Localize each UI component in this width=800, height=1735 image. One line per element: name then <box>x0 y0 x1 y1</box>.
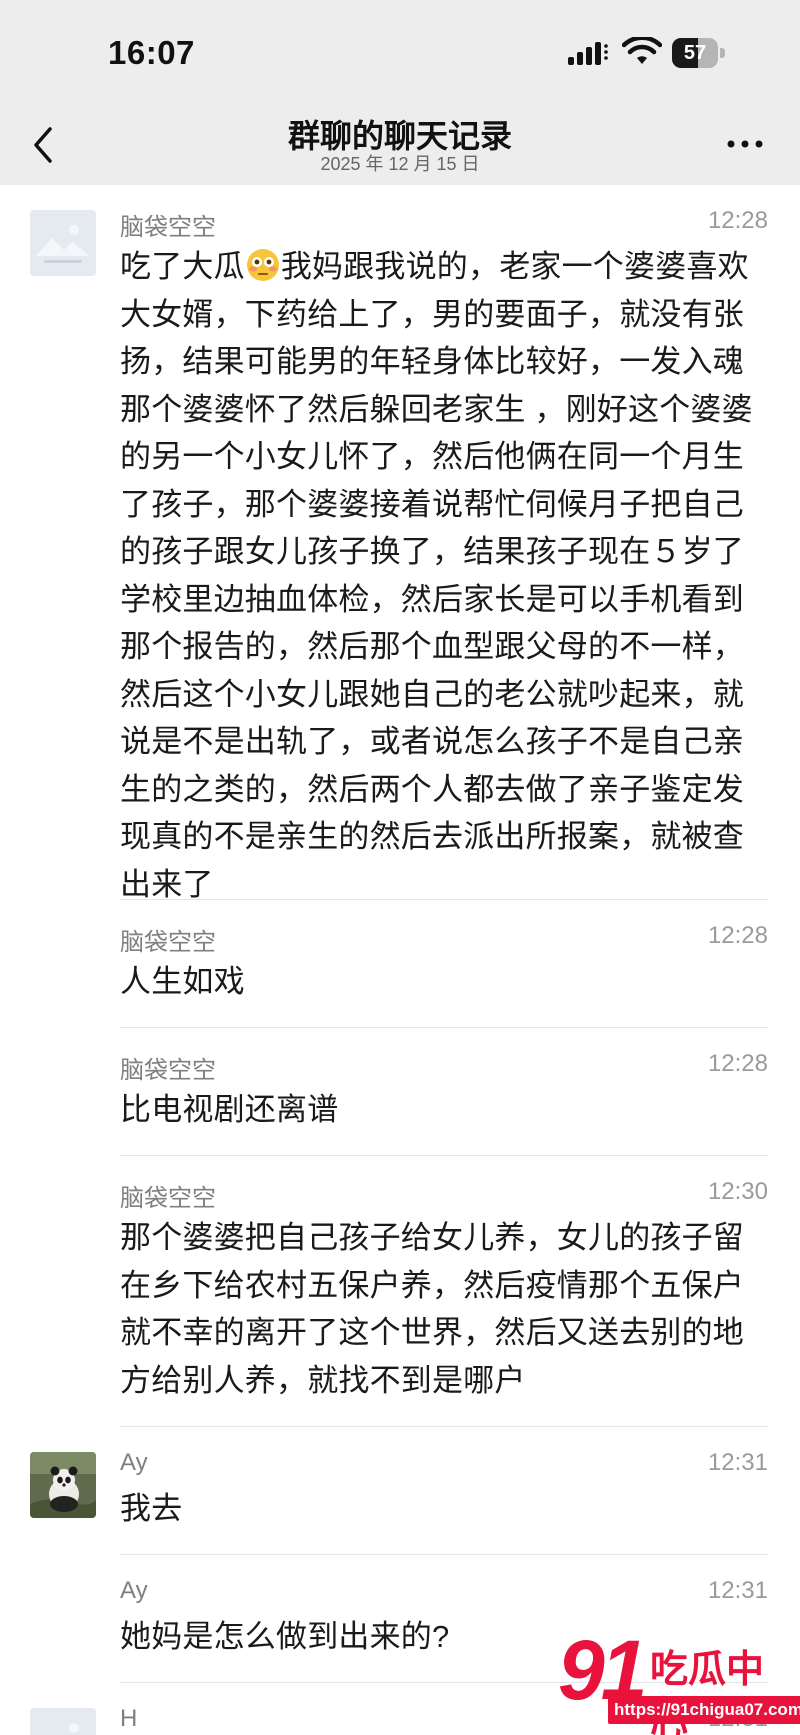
message-time: 12:31 <box>707 1577 768 1604</box>
page-date: 2025 年 12 月 15 日 <box>320 154 480 174</box>
site-watermark-logo: 91 吃瓜中心 https://91chigua07.com/ <box>558 1623 800 1735</box>
nav-bar: 群聊的聊天记录 2025 年 12 月 15 日 <box>0 105 800 185</box>
status-time: 16:07 <box>108 34 195 71</box>
message-divider <box>120 1155 768 1156</box>
message-time: 12:30 <box>707 1178 768 1205</box>
message-text: 吃了大瓜 我妈跟我说的，老家一个婆婆喜欢大女婿，下药给上了，男的要面子，就没有张… <box>120 243 770 908</box>
message-sender: 脑袋空空 <box>120 929 216 956</box>
placeholder-image-icon <box>30 210 96 276</box>
message-text: 人生如戏 <box>120 964 245 999</box>
placeholder-image-icon <box>30 1708 96 1735</box>
message-time: 12:28 <box>707 1050 768 1077</box>
message-sender: Ay <box>120 1577 148 1604</box>
message-time: 12:28 <box>707 922 768 949</box>
more-options-icon[interactable] <box>720 129 770 159</box>
battery-percent: 57 <box>683 42 707 64</box>
message-text-part: 吃了大瓜 <box>120 249 245 284</box>
avatar[interactable] <box>30 210 96 276</box>
message-divider <box>120 1027 768 1028</box>
message-text-part: 我妈跟我说的，老家一个婆婆喜欢大女婿，下药给上了，男的要面子，就没有张扬，结果可… <box>120 249 753 902</box>
panda-photo-avatar <box>30 1452 96 1518</box>
avatar[interactable] <box>30 1708 96 1735</box>
battery-indicator: 57 <box>672 38 726 68</box>
message-time: 12:31 <box>707 1449 768 1476</box>
avatar[interactable] <box>30 1452 96 1518</box>
message-sender: 脑袋空空 <box>120 1185 216 1212</box>
watermark-url: https://91chigua07.com/ <box>608 1696 800 1724</box>
message-sender: Ay <box>120 1449 148 1476</box>
message-text: 我去 <box>120 1491 183 1526</box>
message-sender: 脑袋空空 <box>120 1057 216 1084</box>
message-time: 12:28 <box>707 207 768 234</box>
message-divider <box>120 899 768 900</box>
message-text: 那个婆婆把自己孩子给女儿养，女儿的孩子留在乡下给农村五保户养，然后疫情那个五保户… <box>120 1220 744 1398</box>
status-bar: 16:07 57 <box>0 0 800 105</box>
message-divider <box>120 1554 768 1555</box>
chat-history-list[interactable]: 脑袋空空 12:28 吃了大瓜 我妈跟我说的，老家一个婆婆喜欢大女婿，下药给上了… <box>0 185 800 1735</box>
message-sender: 脑袋空空 <box>120 214 216 241</box>
message-sender: H <box>120 1705 138 1732</box>
cellular-signal-icon <box>568 42 608 65</box>
flushed-face-emoji <box>246 249 279 281</box>
message-divider <box>120 1426 768 1427</box>
wifi-icon <box>622 37 662 64</box>
message-text: 比电视剧还离谱 <box>120 1092 339 1127</box>
